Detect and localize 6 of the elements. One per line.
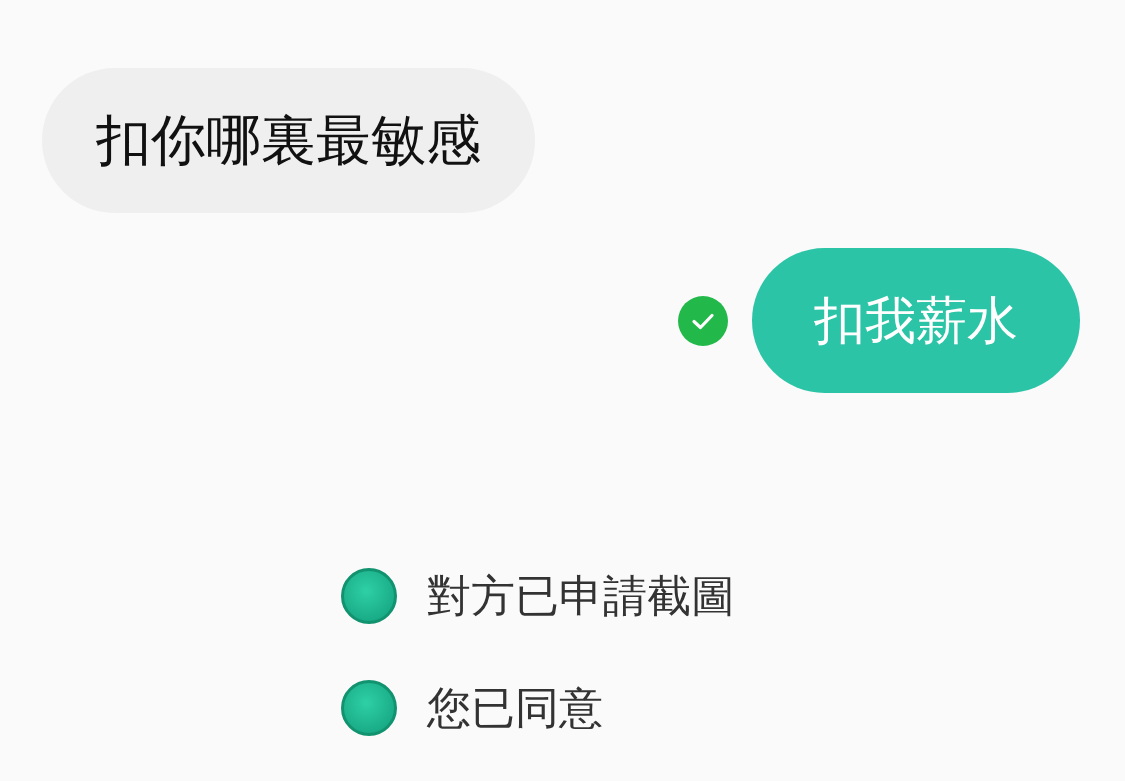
- dot-icon: [341, 680, 397, 736]
- notice-text: 您已同意: [427, 681, 603, 735]
- notice-text: 對方已申請截圖: [427, 569, 735, 623]
- message-bubble: 扣你哪裏最敏感: [42, 68, 535, 213]
- dot-icon: [341, 568, 397, 624]
- message-bubble: 扣我薪水: [752, 248, 1080, 393]
